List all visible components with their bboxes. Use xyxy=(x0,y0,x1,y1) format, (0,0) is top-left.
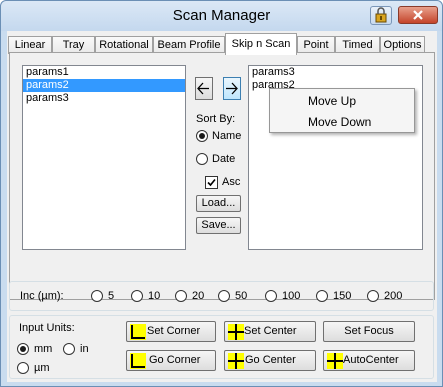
close-x-icon xyxy=(413,10,423,20)
inc-radio-200[interactable] xyxy=(367,290,379,302)
inc-radio-5[interactable] xyxy=(91,290,103,302)
go-corner-button[interactable]: Go Corner xyxy=(126,350,216,371)
unit-in-label[interactable]: in xyxy=(80,343,89,355)
inc-radio-100[interactable] xyxy=(265,290,277,302)
sort-by-label: Sort By: xyxy=(196,113,236,125)
unit-um-radio[interactable] xyxy=(17,362,29,374)
tab-label: Beam Profile xyxy=(157,39,221,51)
context-menu: Move Up Move Down xyxy=(269,88,415,133)
unit-mm-radio[interactable] xyxy=(17,343,29,355)
sort-name-radio[interactable] xyxy=(196,130,208,142)
inc-label-10[interactable]: 10 xyxy=(148,290,160,302)
inc-radio-10[interactable] xyxy=(131,290,143,302)
client-area: Linear Tray Rotational Beam Profile Skip… xyxy=(7,31,437,382)
corner-icon xyxy=(130,324,146,340)
auto-center-label: AutoCenter xyxy=(343,354,399,366)
inc-label-20[interactable]: 20 xyxy=(192,290,204,302)
move-left-button[interactable] xyxy=(195,77,213,100)
tab-skip-n-scan[interactable]: Skip n Scan xyxy=(225,33,297,55)
list-item[interactable]: params1 xyxy=(23,66,185,79)
tab-label: Timed xyxy=(342,39,373,51)
list-item[interactable]: params2 xyxy=(23,79,185,92)
unit-in-radio[interactable] xyxy=(63,343,75,355)
list-item[interactable]: params3 xyxy=(249,66,422,79)
unit-um-label[interactable]: µm xyxy=(34,362,50,374)
lock-icon xyxy=(375,7,387,23)
tab-label: Rotational xyxy=(99,39,149,51)
go-center-button[interactable]: Go Center xyxy=(224,350,316,371)
inc-label-50[interactable]: 50 xyxy=(235,290,247,302)
crosshair-icon xyxy=(228,353,244,369)
move-right-button[interactable] xyxy=(223,77,241,100)
tab-label: Point xyxy=(303,39,329,51)
sort-date-radio[interactable] xyxy=(196,153,208,165)
save-button[interactable]: Save... xyxy=(196,217,241,234)
go-corner-label: Go Corner xyxy=(149,354,201,366)
go-center-label: Go Center xyxy=(245,354,296,366)
inc-label-150[interactable]: 150 xyxy=(333,290,351,302)
set-center-button[interactable]: Set Center xyxy=(224,321,316,342)
unit-mm-label[interactable]: mm xyxy=(34,343,52,355)
tab-label: Options xyxy=(383,39,422,51)
set-corner-button[interactable]: Set Corner xyxy=(126,321,216,342)
asc-label[interactable]: Asc xyxy=(222,176,240,188)
inc-label-200[interactable]: 200 xyxy=(384,290,402,302)
tab-strip: Linear Tray Rotational Beam Profile Skip… xyxy=(8,33,436,55)
corner-icon xyxy=(130,353,146,369)
increment-label: Inc (µm): xyxy=(20,290,64,302)
arrow-left-icon xyxy=(197,82,209,95)
sort-date-label[interactable]: Date xyxy=(212,153,235,165)
close-button[interactable] xyxy=(398,6,438,24)
available-params-list[interactable]: params1 params2 params3 xyxy=(22,65,186,250)
inc-radio-150[interactable] xyxy=(316,290,328,302)
crosshair-icon xyxy=(228,324,244,340)
tab-label: Linear xyxy=(14,39,46,51)
asc-checkbox[interactable] xyxy=(205,176,218,189)
arrow-right-icon xyxy=(226,82,238,95)
lock-button[interactable] xyxy=(370,6,392,25)
crosshair-icon xyxy=(327,353,343,369)
menu-item-move-up[interactable]: Move Up xyxy=(270,91,414,111)
title-bar[interactable]: Scan Manager xyxy=(1,1,442,31)
set-focus-button[interactable]: Set Focus xyxy=(323,321,415,342)
inc-label-100[interactable]: 100 xyxy=(282,290,300,302)
scan-manager-window: Scan Manager Linear Tray Rotational Beam… xyxy=(0,0,443,387)
menu-item-move-down[interactable]: Move Down xyxy=(270,112,414,132)
inc-radio-50[interactable] xyxy=(218,290,230,302)
auto-center-button[interactable]: AutoCenter xyxy=(323,350,415,371)
input-units-label: Input Units: xyxy=(19,322,75,334)
tab-label: Skip n Scan xyxy=(231,38,291,50)
inc-label-5[interactable]: 5 xyxy=(108,290,114,302)
set-corner-label: Set Corner xyxy=(147,325,201,337)
checkmark-icon xyxy=(207,178,216,187)
sort-name-label[interactable]: Name xyxy=(212,130,241,142)
tab-label: Tray xyxy=(62,39,85,51)
inc-radio-20[interactable] xyxy=(175,290,187,302)
list-item[interactable]: params3 xyxy=(23,92,185,105)
set-center-label: Set Center xyxy=(244,325,297,337)
load-button[interactable]: Load... xyxy=(196,195,241,212)
